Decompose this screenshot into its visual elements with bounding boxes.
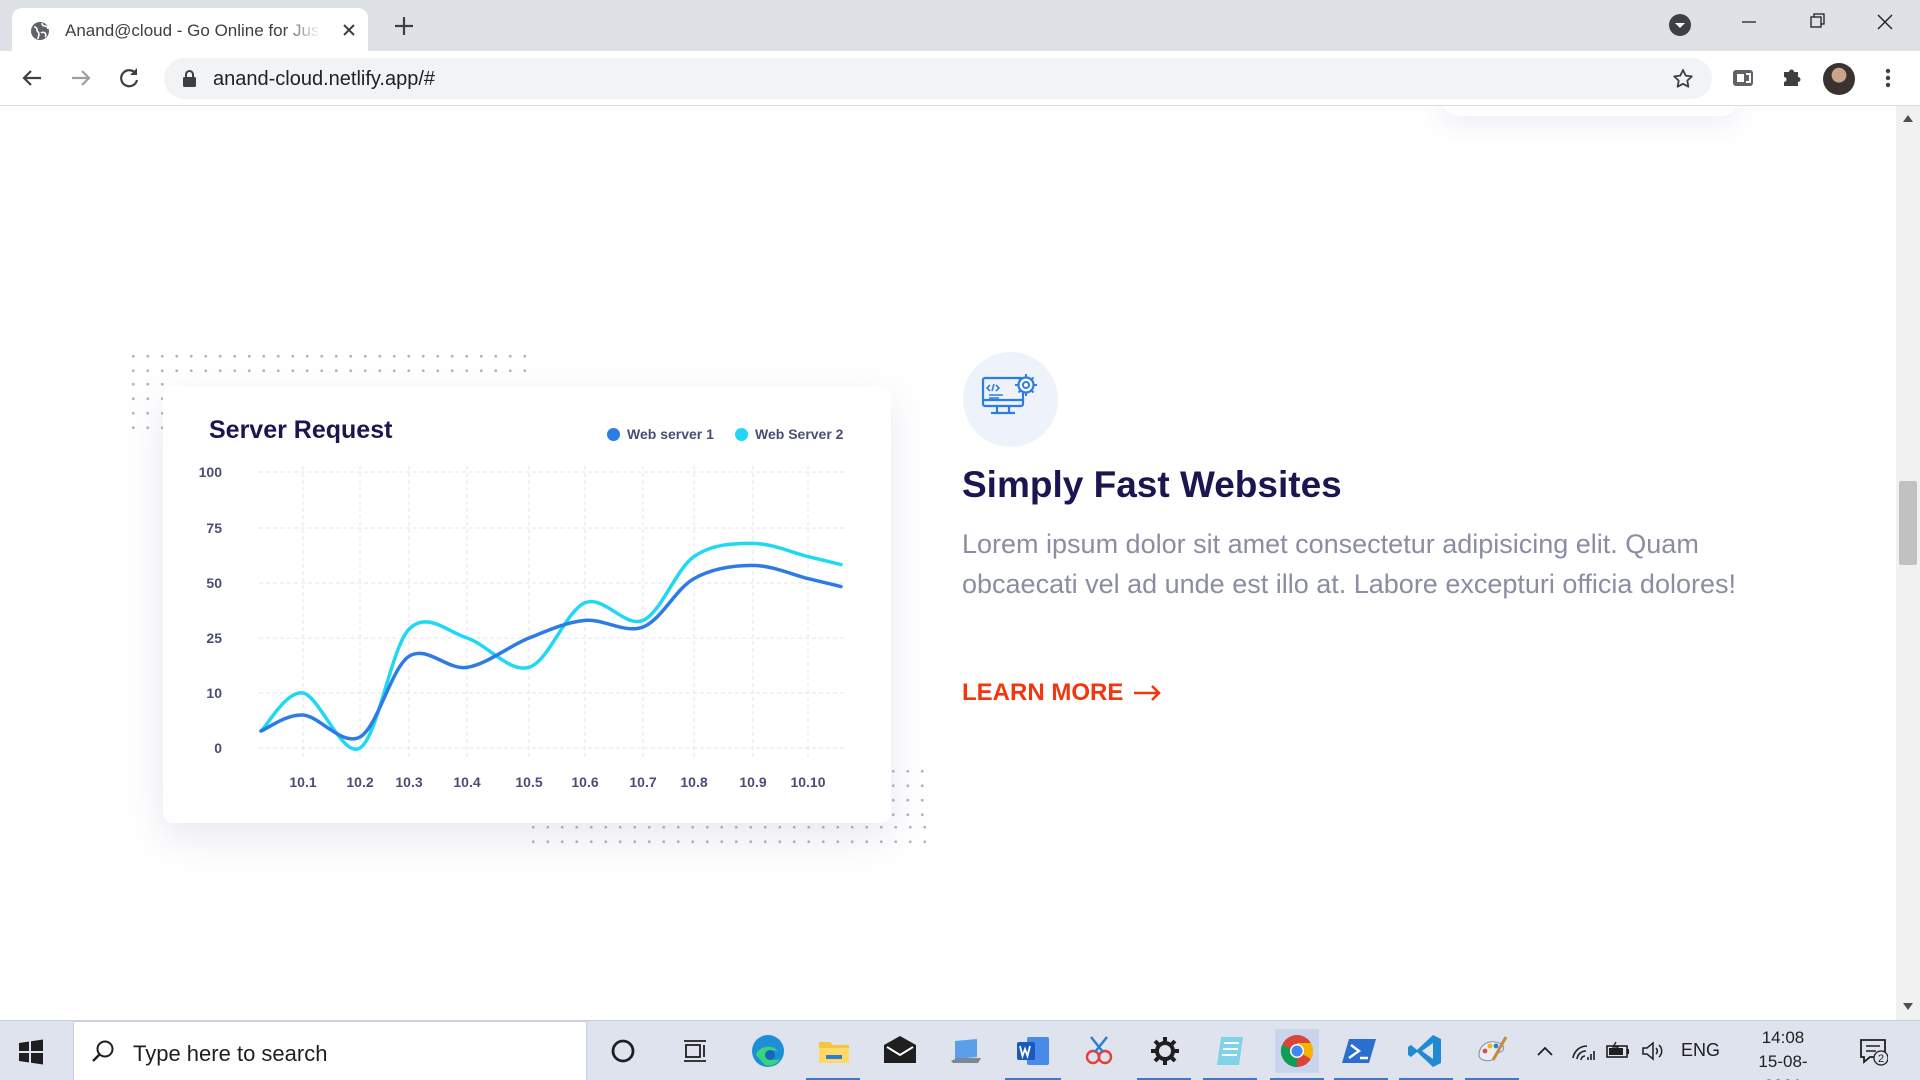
search-placeholder: Type here to search (133, 1041, 328, 1066)
x-tick-label: 10.8 (680, 774, 707, 790)
snip-sketch-icon[interactable] (1081, 1033, 1117, 1069)
line-chart: 0 10 25 50 75 100 10.1 10.2 10.3 10.4 10.5 10.6 10.7… (199, 464, 846, 790)
legend-dot (607, 427, 620, 441)
clock[interactable]: 14:08 15-08-2021 (1740, 1026, 1826, 1080)
notification-center-icon[interactable]: 2 (1858, 1036, 1888, 1066)
x-tick-label: 10.3 (395, 774, 422, 790)
vertical-scrollbar[interactable] (1896, 106, 1920, 1020)
card-shadow (1440, 106, 1740, 116)
page-viewport: 0 10 25 50 75 100 10.1 10.2 10.3 10.4 10.5 10.6 10.7… (0, 106, 1920, 1020)
decorative-dots (526, 820, 926, 850)
decorative-dots (126, 349, 526, 379)
close-tab-icon[interactable] (338, 19, 360, 41)
tab-search-icon[interactable] (1668, 13, 1692, 37)
feature-title: Simply Fast Websites (962, 464, 1342, 505)
mail-icon[interactable] (882, 1033, 918, 1069)
x-tick-label: 10.6 (571, 774, 598, 790)
address-bar[interactable]: anand-cloud.netlify.app/# (164, 58, 1712, 99)
web-settings-icon (963, 352, 1058, 447)
reload-icon[interactable] (114, 63, 144, 93)
legend-item-web-server-2: Web Server 2 (735, 426, 843, 442)
volume-icon[interactable] (1640, 1040, 1666, 1062)
y-tick-label: 100 (199, 464, 223, 480)
y-tick-label: 25 (206, 630, 222, 646)
scrollbar-thumb[interactable] (1899, 481, 1917, 565)
file-explorer-icon[interactable] (816, 1033, 852, 1069)
learn-more-link[interactable]: LEARN MORE (962, 679, 1163, 707)
browser-tab[interactable]: Anand@cloud - Go Online for Just $5 (12, 8, 368, 51)
legend-item-web-server-1: Web server 1 (607, 426, 714, 442)
network-icon[interactable] (1570, 1040, 1596, 1062)
legend-label: Web server 1 (627, 426, 714, 442)
settings-gear-icon[interactable] (1147, 1033, 1183, 1069)
language-indicator[interactable]: ENG (1681, 1040, 1720, 1061)
y-tick-label: 75 (206, 520, 222, 536)
close-window-icon[interactable] (1862, 8, 1908, 36)
x-tick-label: 10.4 (453, 774, 480, 790)
y-tick-label: 0 (214, 740, 222, 756)
vscode-icon[interactable] (1407, 1033, 1443, 1069)
feature-description: Lorem ipsum dolor sit amet consectetur a… (962, 529, 1736, 599)
scroll-up-arrow[interactable] (1903, 115, 1913, 122)
clock-time: 14:08 (1761, 1028, 1805, 1047)
lock-icon (183, 70, 196, 87)
tab-title: Anand@cloud - Go Online for Just $5 (65, 21, 321, 40)
restore-icon[interactable] (1794, 8, 1840, 36)
decorative-dots (126, 377, 166, 437)
scroll-down-arrow[interactable] (1903, 1003, 1913, 1010)
puzzle-icon[interactable] (1776, 63, 1806, 93)
menu-dots-icon[interactable] (1873, 63, 1903, 93)
battery-icon[interactable] (1605, 1040, 1631, 1062)
chart-title: Server Request (209, 416, 393, 444)
x-tick-label: 10.5 (515, 774, 542, 790)
windows-start-icon[interactable] (18, 1039, 44, 1065)
paint-icon[interactable] (1473, 1033, 1509, 1069)
profile-avatar[interactable] (1823, 63, 1855, 95)
back-icon[interactable] (17, 63, 47, 93)
notepad-icon[interactable] (1213, 1033, 1249, 1069)
cortana-icon[interactable] (605, 1033, 641, 1069)
forward-icon[interactable] (66, 63, 96, 93)
x-tick-label: 10.9 (739, 774, 766, 790)
series-line-web-server-1 (259, 563, 843, 741)
word-icon[interactable] (1015, 1033, 1051, 1069)
legend-label: Web Server 2 (755, 426, 844, 442)
browser-tab-bar: Anand@cloud - Go Online for Just $5 (0, 0, 1920, 51)
search-icon (92, 1040, 114, 1062)
globe-icon (31, 22, 49, 40)
laptop-app-icon[interactable] (949, 1033, 985, 1069)
learn-more-label: LEARN MORE (962, 679, 1124, 706)
x-tick-label: 10.1 (289, 774, 316, 790)
clock-date: 15-08-2021 (1758, 1052, 1808, 1080)
edge-icon[interactable] (750, 1033, 786, 1069)
task-view-icon[interactable] (677, 1033, 713, 1069)
server-request-chart-card: 0 10 25 50 75 100 10.1 10.2 10.3 10.4 10.5 10.6 10.7… (163, 386, 891, 823)
notification-count: 2 (1878, 1053, 1884, 1065)
minimize-icon[interactable] (1726, 8, 1772, 36)
extension-icon[interactable] (1728, 63, 1758, 93)
decorative-dots (886, 764, 926, 824)
x-tick-label: 10.2 (346, 774, 373, 790)
series-line-web-server-2 (259, 541, 843, 751)
arrow-right-icon (1134, 685, 1162, 701)
y-tick-label: 50 (206, 575, 222, 591)
chrome-icon[interactable] (1275, 1029, 1319, 1073)
browser-toolbar: anand-cloud.netlify.app/# (0, 51, 1920, 106)
new-tab-icon[interactable] (391, 13, 417, 39)
y-tick-label: 10 (206, 685, 222, 701)
chevron-up-icon[interactable] (1532, 1040, 1558, 1062)
powershell-icon[interactable] (1342, 1033, 1378, 1069)
x-tick-label: 10.10 (790, 774, 825, 790)
windows-taskbar: Type here to search ENG 14:08 15-08- 2 (0, 1020, 1920, 1080)
url-text: anand-cloud.netlify.app/# (213, 68, 436, 90)
bookmark-star-icon[interactable] (1671, 67, 1695, 91)
taskbar-search-box[interactable]: Type here to search (73, 1021, 587, 1080)
x-tick-label: 10.7 (629, 774, 656, 790)
legend-dot (735, 427, 748, 441)
